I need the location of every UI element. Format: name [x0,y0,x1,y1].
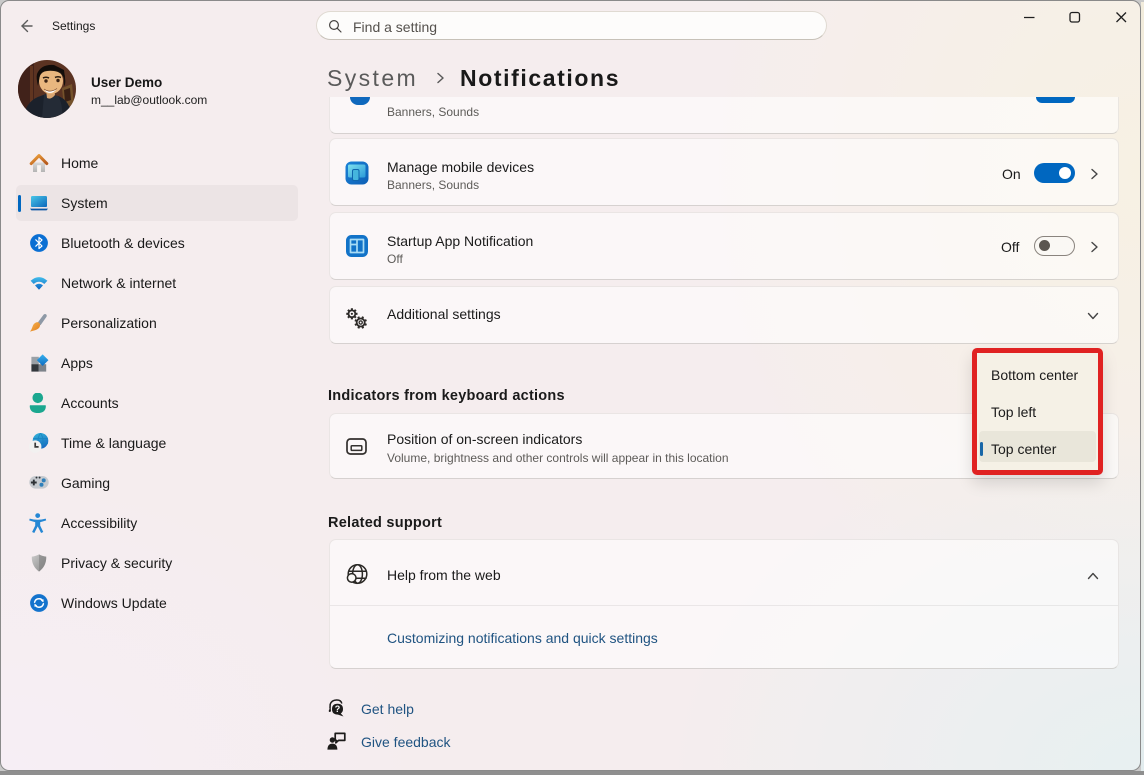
svg-text:?: ? [335,704,341,714]
